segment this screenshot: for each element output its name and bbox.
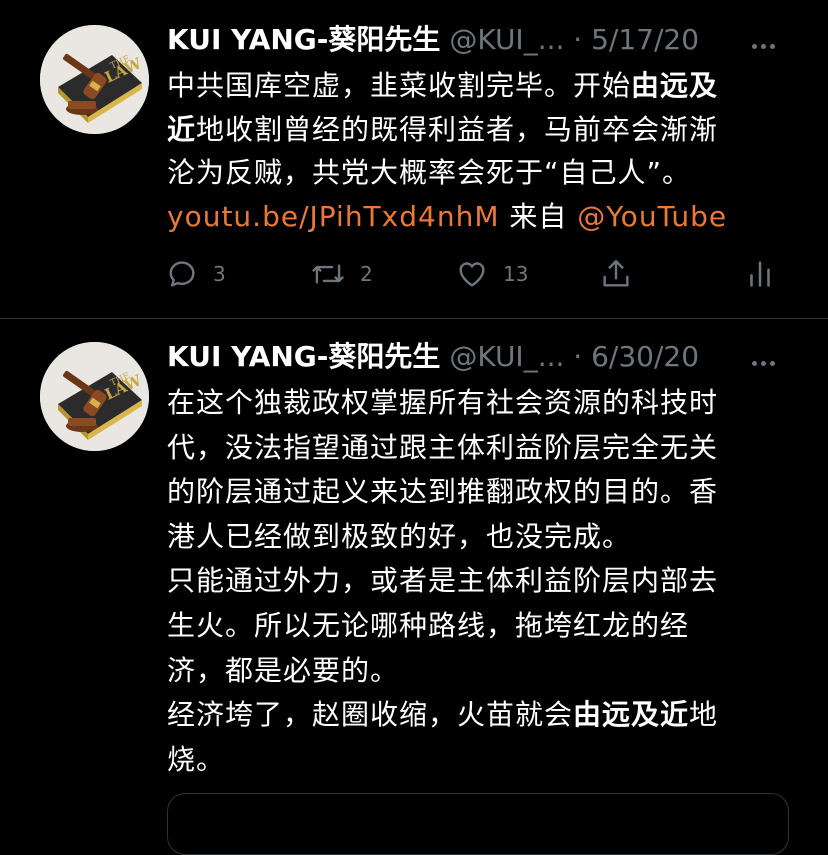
bold-text: 由远及近	[573, 698, 690, 732]
text-segment: 在这个独裁政权掌握所有社会资源的科技时	[167, 386, 719, 419]
analytics-button[interactable]	[743, 256, 777, 292]
text-segment: 代，没法指望通过跟主体利益阶层完全无关	[167, 430, 719, 464]
text-segment: 的阶层通过起义来达到推翻政权的目的。香	[167, 475, 719, 509]
tweet-header: KUI YANG-葵阳先生 @KUI_... · 5/17/20	[167, 20, 699, 60]
author-name[interactable]: KUI YANG-葵阳先生	[167, 23, 440, 56]
avatar[interactable]: THE LAW	[40, 342, 149, 451]
text-segment: 只能通过外力，或者是主体利益阶层内部去	[167, 564, 719, 598]
embedded-card[interactable]	[167, 793, 789, 855]
reply-count: 3	[213, 262, 226, 286]
text-segment: 地收割曾经的既得利益者，马前卒会渐渐	[196, 112, 719, 146]
text-segment: 烧。	[167, 742, 226, 776]
youtube-mention-link[interactable]: @YouTube	[577, 200, 727, 233]
reply-icon	[169, 261, 195, 287]
separator-dot: ·	[564, 340, 592, 373]
text-line: 烧。	[167, 738, 787, 783]
text-line: 中共国库空虚，韭菜收割完毕。开始由远及	[167, 64, 787, 108]
author-name[interactable]: KUI YANG-葵阳先生	[167, 340, 440, 373]
tweet-text: 中共国库空虚，韭菜收割完毕。开始由远及 近地收割曾经的既得利益者，马前卒会渐渐 …	[167, 64, 787, 238]
text-line: 在这个独裁政权掌握所有社会资源的科技时	[167, 381, 787, 426]
tweet-header: KUI YANG-葵阳先生 @KUI_... · 6/30/20	[167, 337, 699, 377]
tweet-2[interactable]: THE LAW KUI YANG-葵阳先生 @KUI_... · 6/30/20…	[0, 319, 828, 823]
text-segment: 来自	[499, 199, 578, 233]
text-line: 沦为反贼，共党大概率会死于“自己人”。	[167, 151, 787, 195]
avatar[interactable]: THE LAW	[40, 25, 149, 134]
text-segment: 济，都是必要的。	[167, 653, 400, 687]
law-book-gavel-image: THE LAW	[40, 342, 149, 451]
text-segment: 中共国库空虚，韭菜收割完毕。开始	[167, 69, 632, 102]
text-line: 港人已经做到极致的好，也没完成。	[167, 515, 787, 560]
like-button[interactable]: 13	[455, 256, 528, 292]
tweet-date[interactable]: 6/30/20	[591, 340, 699, 373]
author-handle[interactable]: @KUI_...	[449, 23, 564, 56]
reply-button[interactable]: 3	[165, 256, 226, 292]
retweet-button[interactable]: 2	[310, 256, 373, 292]
text-line: 的阶层通过起义来达到推翻政权的目的。香	[167, 470, 787, 515]
text-line: 近地收割曾经的既得利益者，马前卒会渐渐	[167, 108, 787, 152]
retweet-icon	[312, 264, 344, 284]
separator-dot: ·	[564, 23, 592, 56]
author-handle[interactable]: @KUI_...	[449, 340, 564, 373]
retweet-count: 2	[360, 262, 373, 286]
tweet-1[interactable]: THE LAW KUI YANG-葵阳先生 @KUI_... · 5/17/20…	[0, 0, 828, 318]
text-line: 经济垮了，赵圈收缩，火苗就会由远及近地	[167, 693, 787, 738]
bold-text: 由远及	[631, 69, 719, 102]
text-segment: 地	[689, 698, 719, 732]
tweet-text: 在这个独裁政权掌握所有社会资源的科技时 代，没法指望通过跟主体利益阶层完全无关 …	[167, 381, 787, 782]
youtube-link[interactable]: youtu.be/JPihTxd4nhM	[167, 200, 499, 233]
more-icon[interactable]	[752, 351, 779, 370]
share-icon	[603, 260, 629, 287]
like-icon	[459, 262, 485, 287]
text-segment: 生火。所以无论哪种路线，拖垮红龙的经	[167, 608, 690, 642]
like-count: 13	[503, 262, 529, 286]
share-button[interactable]	[599, 256, 633, 292]
text-line: youtu.be/JPihTxd4nhM 来自 @YouTube	[167, 195, 787, 239]
tweet-actions: 3 2 13	[165, 256, 775, 292]
more-icon[interactable]	[752, 34, 779, 53]
text-line: 生火。所以无论哪种路线，拖垮红龙的经	[167, 604, 787, 649]
bold-text: 近	[167, 112, 197, 146]
text-segment: 沦为反贼，共党大概率会死于“自己人”。	[167, 156, 692, 189]
text-line: 代，没法指望通过跟主体利益阶层完全无关	[167, 426, 787, 471]
tweet-date[interactable]: 5/17/20	[591, 23, 699, 56]
analytics-icon	[750, 261, 770, 287]
text-line: 只能通过外力，或者是主体利益阶层内部去	[167, 559, 787, 604]
text-segment: 经济垮了，赵圈收缩，火苗就会	[167, 698, 574, 732]
text-line: 济，都是必要的。	[167, 649, 787, 694]
text-segment: 港人已经做到极致的好，也没完成。	[167, 519, 632, 553]
law-book-gavel-image: THE LAW	[40, 25, 149, 134]
